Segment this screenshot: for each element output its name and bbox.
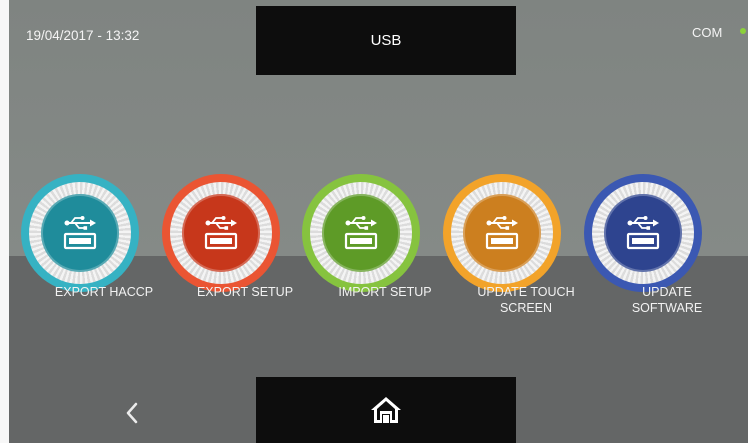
datetime-display: 19/04/2017 - 13:32 [26, 28, 140, 43]
export-haccp-label: EXPORT HACCP [54, 285, 154, 299]
import-setup-circle[interactable] [302, 174, 420, 292]
usb-icon [204, 216, 238, 250]
main-panel: 19/04/2017 - 13:32 USB COM EXPORT HACCP … [9, 0, 748, 443]
usb-icon [344, 216, 378, 250]
page-title: USB [256, 6, 516, 75]
usb-icon [41, 194, 119, 272]
usb-icon [463, 194, 541, 272]
export-haccp-circle[interactable] [21, 174, 139, 292]
import-setup-label: IMPORT SETUP [338, 285, 432, 299]
export-setup-label: EXPORT SETUP [196, 285, 294, 299]
export-setup-circle[interactable] [162, 174, 280, 292]
update-touch-screen-label: UPDATE TOUCH SCREEN [477, 285, 575, 315]
com-status-label: COM [692, 25, 723, 40]
home-icon [371, 397, 401, 423]
usb-screen: 19/04/2017 - 13:32 USB COM EXPORT HACCP … [0, 0, 748, 443]
back-button[interactable] [117, 395, 147, 431]
home-button[interactable] [256, 377, 516, 443]
usb-icon [182, 194, 260, 272]
usb-icon [63, 216, 97, 250]
com-status-indicator [740, 28, 746, 34]
update-touch-screen-circle[interactable] [443, 174, 561, 292]
usb-icon [626, 216, 660, 250]
usb-icon [604, 194, 682, 272]
update-software-circle[interactable] [584, 174, 702, 292]
page-title-text: USB [370, 32, 402, 49]
update-software-label: UPDATE SOFTWARE [631, 285, 703, 315]
usb-icon [322, 194, 400, 272]
chevron-left-icon [126, 402, 138, 424]
usb-icon [485, 216, 519, 250]
